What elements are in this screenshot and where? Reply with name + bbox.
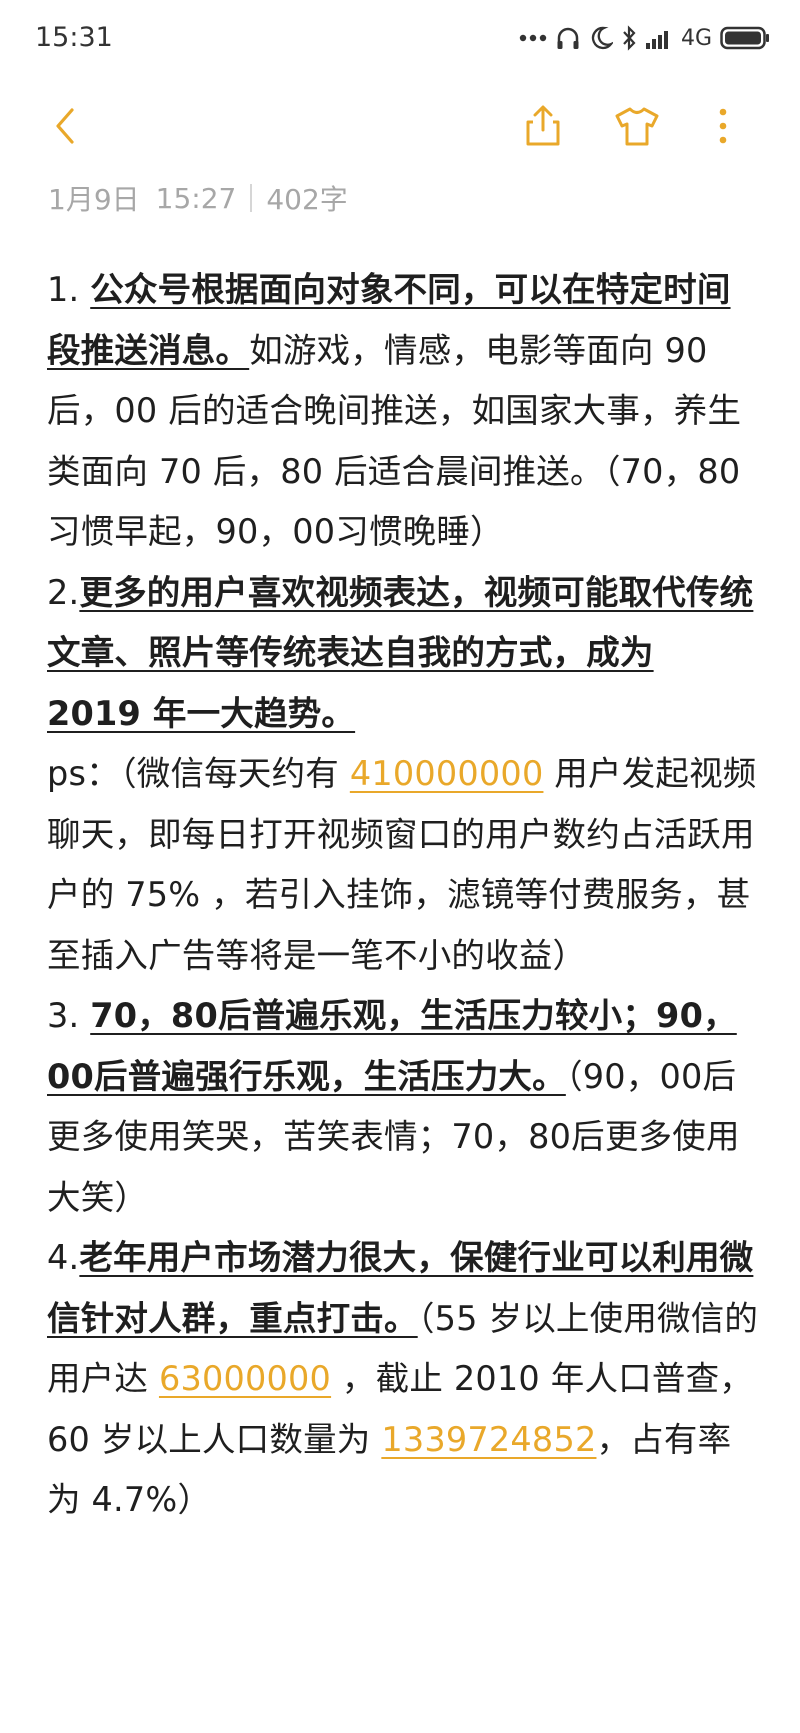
p4-number-link-2[interactable]: 1339724852 bbox=[381, 1420, 596, 1459]
note-paragraph-3: 3. 70，80后普遍乐观，生活压力较小；90，00后普遍强行乐观，生活压力大。… bbox=[47, 986, 759, 1228]
note-date: 1月9日 bbox=[48, 183, 140, 216]
p4-prefix: 4. bbox=[47, 1238, 80, 1277]
more-vertical-icon[interactable] bbox=[716, 104, 730, 152]
word-count: 402字 bbox=[266, 183, 348, 216]
share-icon[interactable] bbox=[523, 104, 563, 152]
meta-divider bbox=[250, 184, 253, 212]
battery-icon bbox=[720, 26, 770, 50]
status-icons: 4G bbox=[519, 20, 770, 56]
ps-number-link[interactable]: 410000000 bbox=[350, 754, 544, 793]
bluetooth-icon bbox=[621, 24, 637, 52]
note-paragraph-4: 4.老年用户市场潜力很大，保健行业可以利用微信针对人群，重点打击。（55 岁以上… bbox=[47, 1228, 759, 1531]
p2-prefix: 2. bbox=[47, 572, 80, 612]
dots-icon bbox=[519, 33, 547, 43]
toolbar bbox=[0, 90, 800, 160]
p2-underlined: 更多的用户喜欢视频表达，视频可能取代传统文章、照片等传统表达自我的方式，成为 2… bbox=[47, 572, 754, 733]
note-meta: 1月9日 15:27 402字 bbox=[48, 178, 348, 218]
tshirt-theme-icon[interactable] bbox=[613, 104, 661, 152]
moon-icon bbox=[589, 25, 613, 51]
back-chevron-icon[interactable] bbox=[50, 104, 80, 152]
status-bar: 15:31 4G bbox=[0, 0, 800, 80]
note-paragraph-1: 1. 公众号根据面向对象不同，可以在特定时间段推送消息。如游戏，情感，电影等面向… bbox=[47, 260, 759, 563]
status-time: 15:31 bbox=[35, 22, 113, 53]
p3-prefix: 3. bbox=[47, 996, 91, 1035]
signal-icon bbox=[645, 27, 673, 49]
ps-text-before: ps：（微信每天约有 bbox=[47, 754, 350, 793]
headphone-icon bbox=[555, 25, 581, 51]
note-ps: ps：（微信每天约有 410000000 用户发起视频聊天，即每日打开视频窗口的… bbox=[47, 744, 759, 986]
note-body[interactable]: 1. 公众号根据面向对象不同，可以在特定时间段推送消息。如游戏，情感，电影等面向… bbox=[47, 260, 759, 1531]
network-label: 4G bbox=[680, 25, 712, 51]
p1-prefix: 1. bbox=[47, 270, 91, 309]
note-time: 15:27 bbox=[155, 181, 237, 215]
p4-number-link-1[interactable]: 63000000 bbox=[159, 1359, 331, 1398]
note-paragraph-2: 2.更多的用户喜欢视频表达，视频可能取代传统文章、照片等传统表达自我的方式，成为… bbox=[47, 563, 759, 745]
